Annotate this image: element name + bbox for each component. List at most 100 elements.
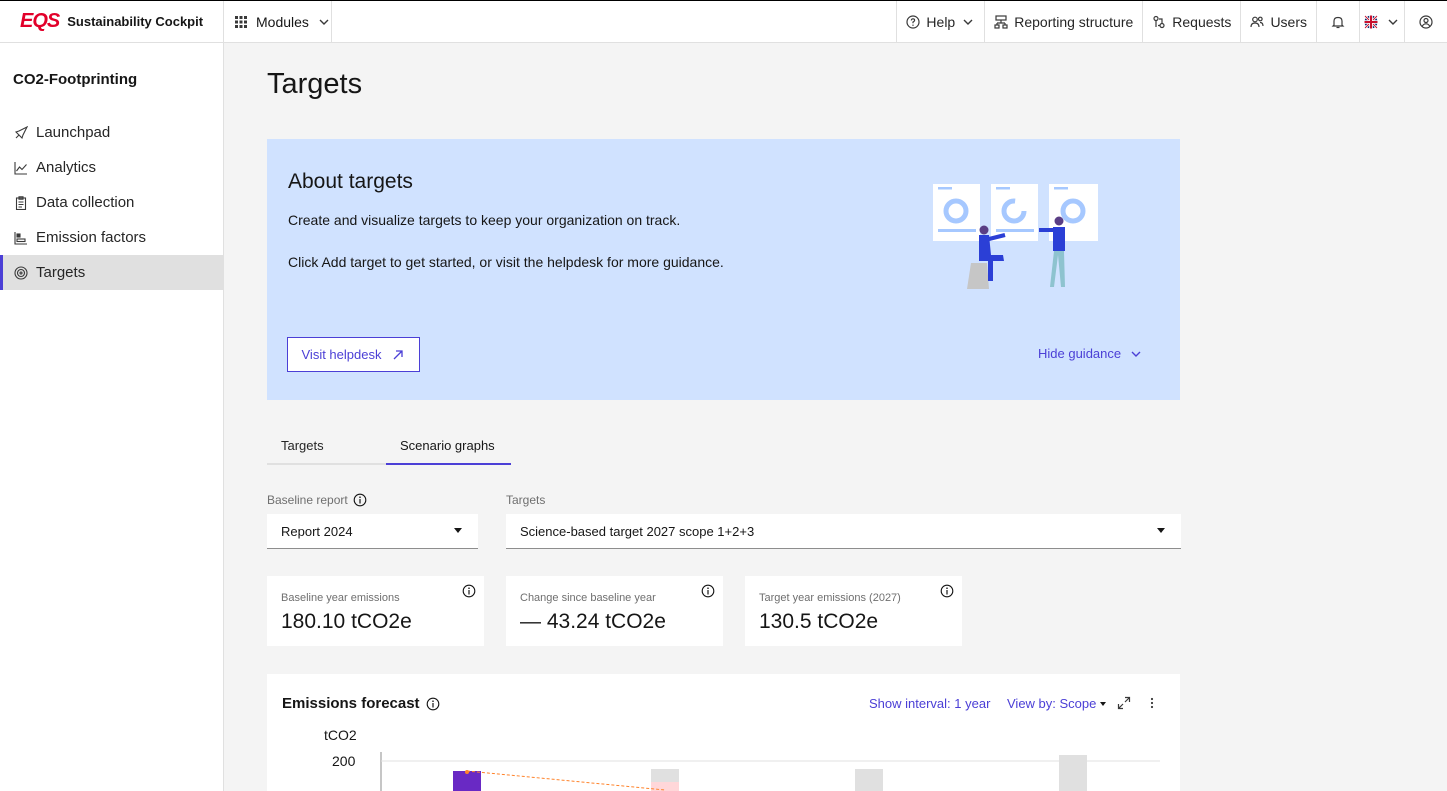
brand[interactable]: EQS Sustainability Cockpit [0,1,224,42]
targets-label: Targets [506,493,546,507]
sidebar-item-analytics[interactable]: Analytics [0,150,223,185]
top-navigation: EQS Sustainability Cockpit Modules Help … [0,0,1447,43]
hierarchy-icon [994,14,1008,29]
users-icon [1250,15,1265,29]
info-icon[interactable] [462,584,476,598]
caret-down-icon [1100,701,1107,706]
chevron-down-icon [1129,347,1143,361]
sidebar-item-data-collection[interactable]: Data collection [0,185,223,220]
kpi-change-since-baseline: Change since baseline year — 43.24 tCO2e [506,576,723,646]
bar-forecast[interactable] [1059,755,1087,791]
caret-down-icon [1157,528,1165,533]
chart-icon [14,161,28,175]
chart-title: Emissions forecast [282,695,440,712]
clipboard-icon [14,195,28,210]
reporting-structure-link[interactable]: Reporting structure [984,1,1142,42]
uk-flag-icon [1364,14,1378,29]
sidebar-item-emission-factors[interactable]: Emission factors [0,220,223,255]
tab-targets[interactable]: Targets [267,428,386,465]
y-tick-label: 200 [332,753,356,769]
guidance-text: Create and visualize targets to keep you… [288,212,681,228]
info-icon[interactable] [353,493,367,507]
info-icon[interactable] [426,697,440,711]
users-label: Users [1270,13,1307,30]
targets-select[interactable]: Science-based target 2027 scope 1+2+3 [506,514,1181,549]
help-menu[interactable]: Help [896,1,984,42]
help-icon [906,14,921,29]
hide-guidance-label: Hide guidance [1038,346,1122,361]
hide-guidance-button[interactable]: Hide guidance [1038,346,1143,361]
grid-icon [234,15,248,29]
users-link[interactable]: Users [1240,1,1316,42]
profile-button[interactable] [1404,1,1447,42]
guidance-panel: About targets Create and visualize targe… [267,139,1180,400]
view-tabs: Targets Scenario graphs [267,428,511,465]
guidance-text: Click Add target to get started, or visi… [288,254,724,270]
view-by-dropdown[interactable]: View by: Scope [1007,696,1107,711]
kpi-baseline-emissions: Baseline year emissions 180.10 tCO2e [267,576,484,646]
info-icon[interactable] [701,584,715,598]
overflow-menu-icon[interactable] [1145,696,1159,710]
help-label: Help [926,13,956,30]
visit-helpdesk-label: Visit helpdesk [301,347,382,362]
tab-scenario-graphs[interactable]: Scenario graphs [386,428,511,465]
bar-forecast[interactable] [855,769,883,791]
requests-label: Requests [1172,13,1232,30]
reporting-structure-label: Reporting structure [1014,13,1134,30]
requests-icon [1152,15,1166,29]
kpi-label: Target year emissions (2027) [759,592,901,604]
page-title: Targets [267,68,363,100]
requests-link[interactable]: Requests [1142,1,1240,42]
show-interval-dropdown[interactable]: Show interval: 1 year [869,696,990,711]
emissions-forecast-chart: tCO2 200 [324,727,1160,791]
target-point[interactable] [465,770,469,774]
sidebar-item-targets[interactable]: Targets [0,255,223,290]
sidebar-item-label: Launchpad [36,124,111,141]
target-icon [14,265,28,280]
sidebar: CO2-Footprinting Launchpad Analytics Dat… [0,43,224,791]
kpi-value: 130.5 tCO2e [759,610,879,633]
sidebar-item-label: Emission factors [36,229,147,246]
info-icon[interactable] [940,584,954,598]
sidebar-item-label: Analytics [36,159,97,176]
caret-down-icon [454,528,462,533]
y-axis-unit: tCO2 [324,727,357,743]
sidebar-title: CO2-Footprinting [13,71,138,88]
bell-icon [1331,15,1345,29]
chevron-down-icon [1386,15,1400,29]
factor-icon [14,231,28,245]
kpi-value: 180.10 tCO2e [281,610,412,633]
kpi-target-year-emissions: Target year emissions (2027) 130.5 tCO2e [745,576,962,646]
app-name: Sustainability Cockpit [67,14,204,29]
guidance-illustration [933,184,1098,289]
eqs-logo: EQS [20,10,60,32]
rocket-icon [14,125,28,140]
sidebar-item-label: Data collection [36,194,135,211]
baseline-report-label-text: Baseline report [267,493,348,507]
baseline-report-value: Report 2024 [281,523,353,539]
chevron-down-icon [961,15,975,29]
chevron-down-icon [317,15,331,29]
kpi-label: Baseline year emissions [281,592,400,604]
target-path-line [466,770,666,791]
expand-icon[interactable] [1117,696,1131,710]
emissions-forecast-card: Emissions forecast Show interval: 1 year… [267,674,1180,791]
view-by-label: View by: Scope [1007,696,1097,711]
notifications-button[interactable] [1316,1,1359,42]
bar-forecast-segment[interactable] [651,782,679,791]
kpi-value: — 43.24 tCO2e [520,610,666,633]
arrow-up-right-icon [391,348,405,362]
chart-title-text: Emissions forecast [282,695,420,712]
language-selector[interactable] [1359,1,1404,42]
sidebar-item-label: Targets [36,264,86,281]
targets-value: Science-based target 2027 scope 1+2+3 [520,523,755,539]
visit-helpdesk-button[interactable]: Visit helpdesk [287,337,420,372]
sidebar-item-launchpad[interactable]: Launchpad [0,115,223,150]
baseline-report-label: Baseline report [267,493,367,507]
modules-label: Modules [256,13,309,30]
user-avatar-icon [1419,14,1433,29]
modules-menu[interactable]: Modules [224,1,332,42]
baseline-report-select[interactable]: Report 2024 [267,514,478,549]
kpi-label: Change since baseline year [520,592,656,604]
guidance-title: About targets [288,170,413,193]
